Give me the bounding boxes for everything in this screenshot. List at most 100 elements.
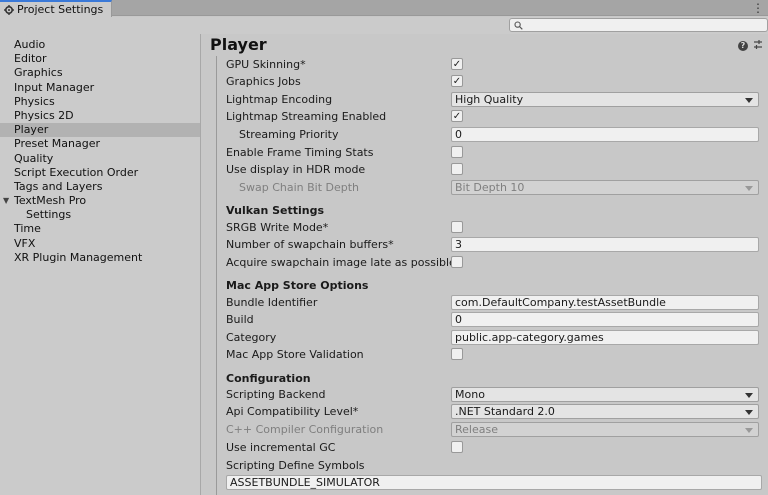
streaming-priority-field[interactable]: 0 (451, 127, 759, 142)
lightmap-streaming-label: Lightmap Streaming Enabled (226, 110, 387, 123)
row-acquire-late: Acquire swapchain image late as possible… (226, 254, 762, 271)
row-cpp-config: C++ Compiler Configuration Release (226, 421, 762, 438)
lightmap-encoding-label: Lightmap Encoding (226, 93, 333, 106)
sidebar-item-audio[interactable]: Audio (0, 38, 200, 52)
category-label: Category (226, 331, 277, 344)
streaming-priority-label: Streaming Priority (239, 128, 339, 141)
cpp-config-dropdown: Release (451, 422, 759, 437)
sidebar-item-tags-and-layers[interactable]: Tags and Layers (0, 180, 200, 194)
row-swap-chain-depth: Swap Chain Bit Depth Bit Depth 10 (226, 179, 762, 196)
gpu-skinning-label: GPU Skinning* (226, 58, 306, 71)
scripting-backend-dropdown[interactable]: Mono (451, 387, 759, 402)
chevron-down-icon (745, 98, 753, 103)
section-vulkan: Vulkan Settings (226, 204, 325, 217)
row-define-symbols: Scripting Define Symbols (226, 457, 762, 474)
row-category: Category public.app-category.games (226, 329, 762, 346)
swap-chain-depth-dropdown: Bit Depth 10 (451, 180, 759, 195)
row-streaming-priority: Streaming Priority 0 (226, 126, 762, 143)
bundle-id-label: Bundle Identifier (226, 296, 318, 309)
define-symbols-label: Scripting Define Symbols (226, 459, 365, 472)
gear-icon (4, 4, 14, 15)
panel-header: Player ? (202, 34, 768, 56)
incremental-gc-checkbox[interactable] (451, 441, 463, 453)
search-input[interactable] (509, 18, 768, 32)
sidebar-item-preset-manager[interactable]: Preset Manager (0, 137, 200, 151)
sidebar-item-player[interactable]: Player (0, 123, 200, 138)
graphics-jobs-label: Graphics Jobs (226, 75, 301, 88)
help-icon[interactable]: ? (738, 41, 748, 51)
sidebar-item-editor[interactable]: Editor (0, 52, 200, 66)
row-mas-validation: Mac App Store Validation (226, 346, 762, 363)
chevron-down-icon (745, 393, 753, 398)
api-level-dropdown[interactable]: .NET Standard 2.0 (451, 404, 759, 419)
row-bundle-id: Bundle Identifier com.DefaultCompany.tes… (226, 294, 762, 311)
build-field[interactable]: 0 (451, 312, 759, 327)
chevron-down-icon (745, 186, 753, 191)
sidebar-item-vfx[interactable]: VFX (0, 237, 200, 251)
frame-timing-label: Enable Frame Timing Stats (226, 146, 374, 159)
tab-title: Project Settings (17, 3, 104, 16)
hdr-display-label: Use display in HDR mode (226, 163, 366, 176)
lightmap-streaming-checkbox[interactable]: ✓ (451, 110, 463, 122)
row-api-level: Api Compatibility Level* .NET Standard 2… (226, 403, 762, 420)
sidebar-item-input-manager[interactable]: Input Manager (0, 81, 200, 95)
frame-timing-checkbox[interactable] (451, 146, 463, 158)
tab-project-settings[interactable]: Project Settings (0, 0, 112, 17)
api-level-label: Api Compatibility Level* (226, 405, 359, 418)
row-swapchain-buffers: Number of swapchain buffers* 3 (226, 236, 762, 253)
sidebar-item-xr-plugin-management[interactable]: XR Plugin Management (0, 251, 200, 265)
bundle-id-field[interactable]: com.DefaultCompany.testAssetBundle (451, 295, 759, 310)
row-frame-timing: Enable Frame Timing Stats (226, 144, 762, 161)
foldout-expanded-icon[interactable]: ▼ (3, 194, 9, 208)
search-icon (514, 20, 523, 30)
cpp-config-label: C++ Compiler Configuration (226, 423, 384, 436)
row-scripting-backend: Scripting Backend Mono (226, 386, 762, 403)
row-graphics-jobs: Graphics Jobs ✓ (226, 73, 762, 90)
more-options-icon[interactable]: ⋮ (752, 0, 764, 16)
swap-chain-depth-label: Swap Chain Bit Depth (239, 181, 360, 194)
row-gpu-skinning: GPU Skinning* ✓ (226, 56, 762, 73)
sidebar-item-quality[interactable]: Quality (0, 152, 200, 166)
row-srgb-write: SRGB Write Mode* (226, 219, 762, 236)
settings-sidebar: Audio Editor Graphics Input Manager Phys… (0, 34, 201, 495)
preset-settings-icon[interactable] (753, 39, 763, 51)
sidebar-item-physics-2d[interactable]: Physics 2D (0, 109, 200, 123)
category-field[interactable]: public.app-category.games (451, 330, 759, 345)
sidebar-item-time[interactable]: Time (0, 222, 200, 236)
gpu-skinning-checkbox[interactable]: ✓ (451, 58, 463, 70)
sidebar-item-textmesh-pro[interactable]: ▼ TextMesh Pro (0, 194, 200, 208)
mas-validation-checkbox[interactable] (451, 348, 463, 360)
row-lightmap-streaming: Lightmap Streaming Enabled ✓ (226, 108, 762, 125)
swapchain-buffers-label: Number of swapchain buffers* (226, 238, 394, 251)
section-mac-app-store: Mac App Store Options (226, 279, 369, 292)
chevron-down-icon (745, 410, 753, 415)
sidebar-item-physics[interactable]: Physics (0, 95, 200, 109)
incremental-gc-label: Use incremental GC (226, 441, 336, 454)
lightmap-encoding-dropdown[interactable]: High Quality (451, 92, 759, 107)
build-label: Build (226, 313, 254, 326)
mas-validation-label: Mac App Store Validation (226, 348, 364, 361)
srgb-write-label: SRGB Write Mode* (226, 221, 329, 234)
sidebar-item-script-execution-order[interactable]: Script Execution Order (0, 166, 200, 180)
scripting-backend-label: Scripting Backend (226, 388, 326, 401)
row-incremental-gc: Use incremental GC (226, 439, 762, 456)
tab-bar: Project Settings ⋮ (0, 0, 768, 17)
graphics-jobs-checkbox[interactable]: ✓ (451, 75, 463, 87)
chevron-down-icon (745, 428, 753, 433)
row-hdr-display: Use display in HDR mode (226, 161, 762, 178)
acquire-late-label: Acquire swapchain image late as possible… (226, 256, 462, 269)
acquire-late-checkbox[interactable] (451, 256, 463, 268)
hdr-display-checkbox[interactable] (451, 163, 463, 175)
define-symbols-field[interactable]: ASSETBUNDLE_SIMULATOR (226, 475, 762, 490)
row-lightmap-encoding: Lightmap Encoding High Quality (226, 91, 762, 108)
srgb-write-checkbox[interactable] (451, 221, 463, 233)
section-configuration: Configuration (226, 372, 311, 385)
settings-content: GPU Skinning* ✓ Graphics Jobs ✓ Lightmap… (216, 56, 768, 495)
row-build: Build 0 (226, 311, 762, 328)
page-title: Player (210, 35, 267, 54)
sidebar-item-graphics[interactable]: Graphics (0, 66, 200, 80)
sidebar-item-textmesh-settings[interactable]: Settings (0, 208, 200, 222)
swapchain-buffers-field[interactable]: 3 (451, 237, 759, 252)
toolbar (0, 17, 768, 34)
player-settings-panel: Player ? GPU Skinning* ✓ Graphics Jobs ✓… (202, 34, 768, 495)
